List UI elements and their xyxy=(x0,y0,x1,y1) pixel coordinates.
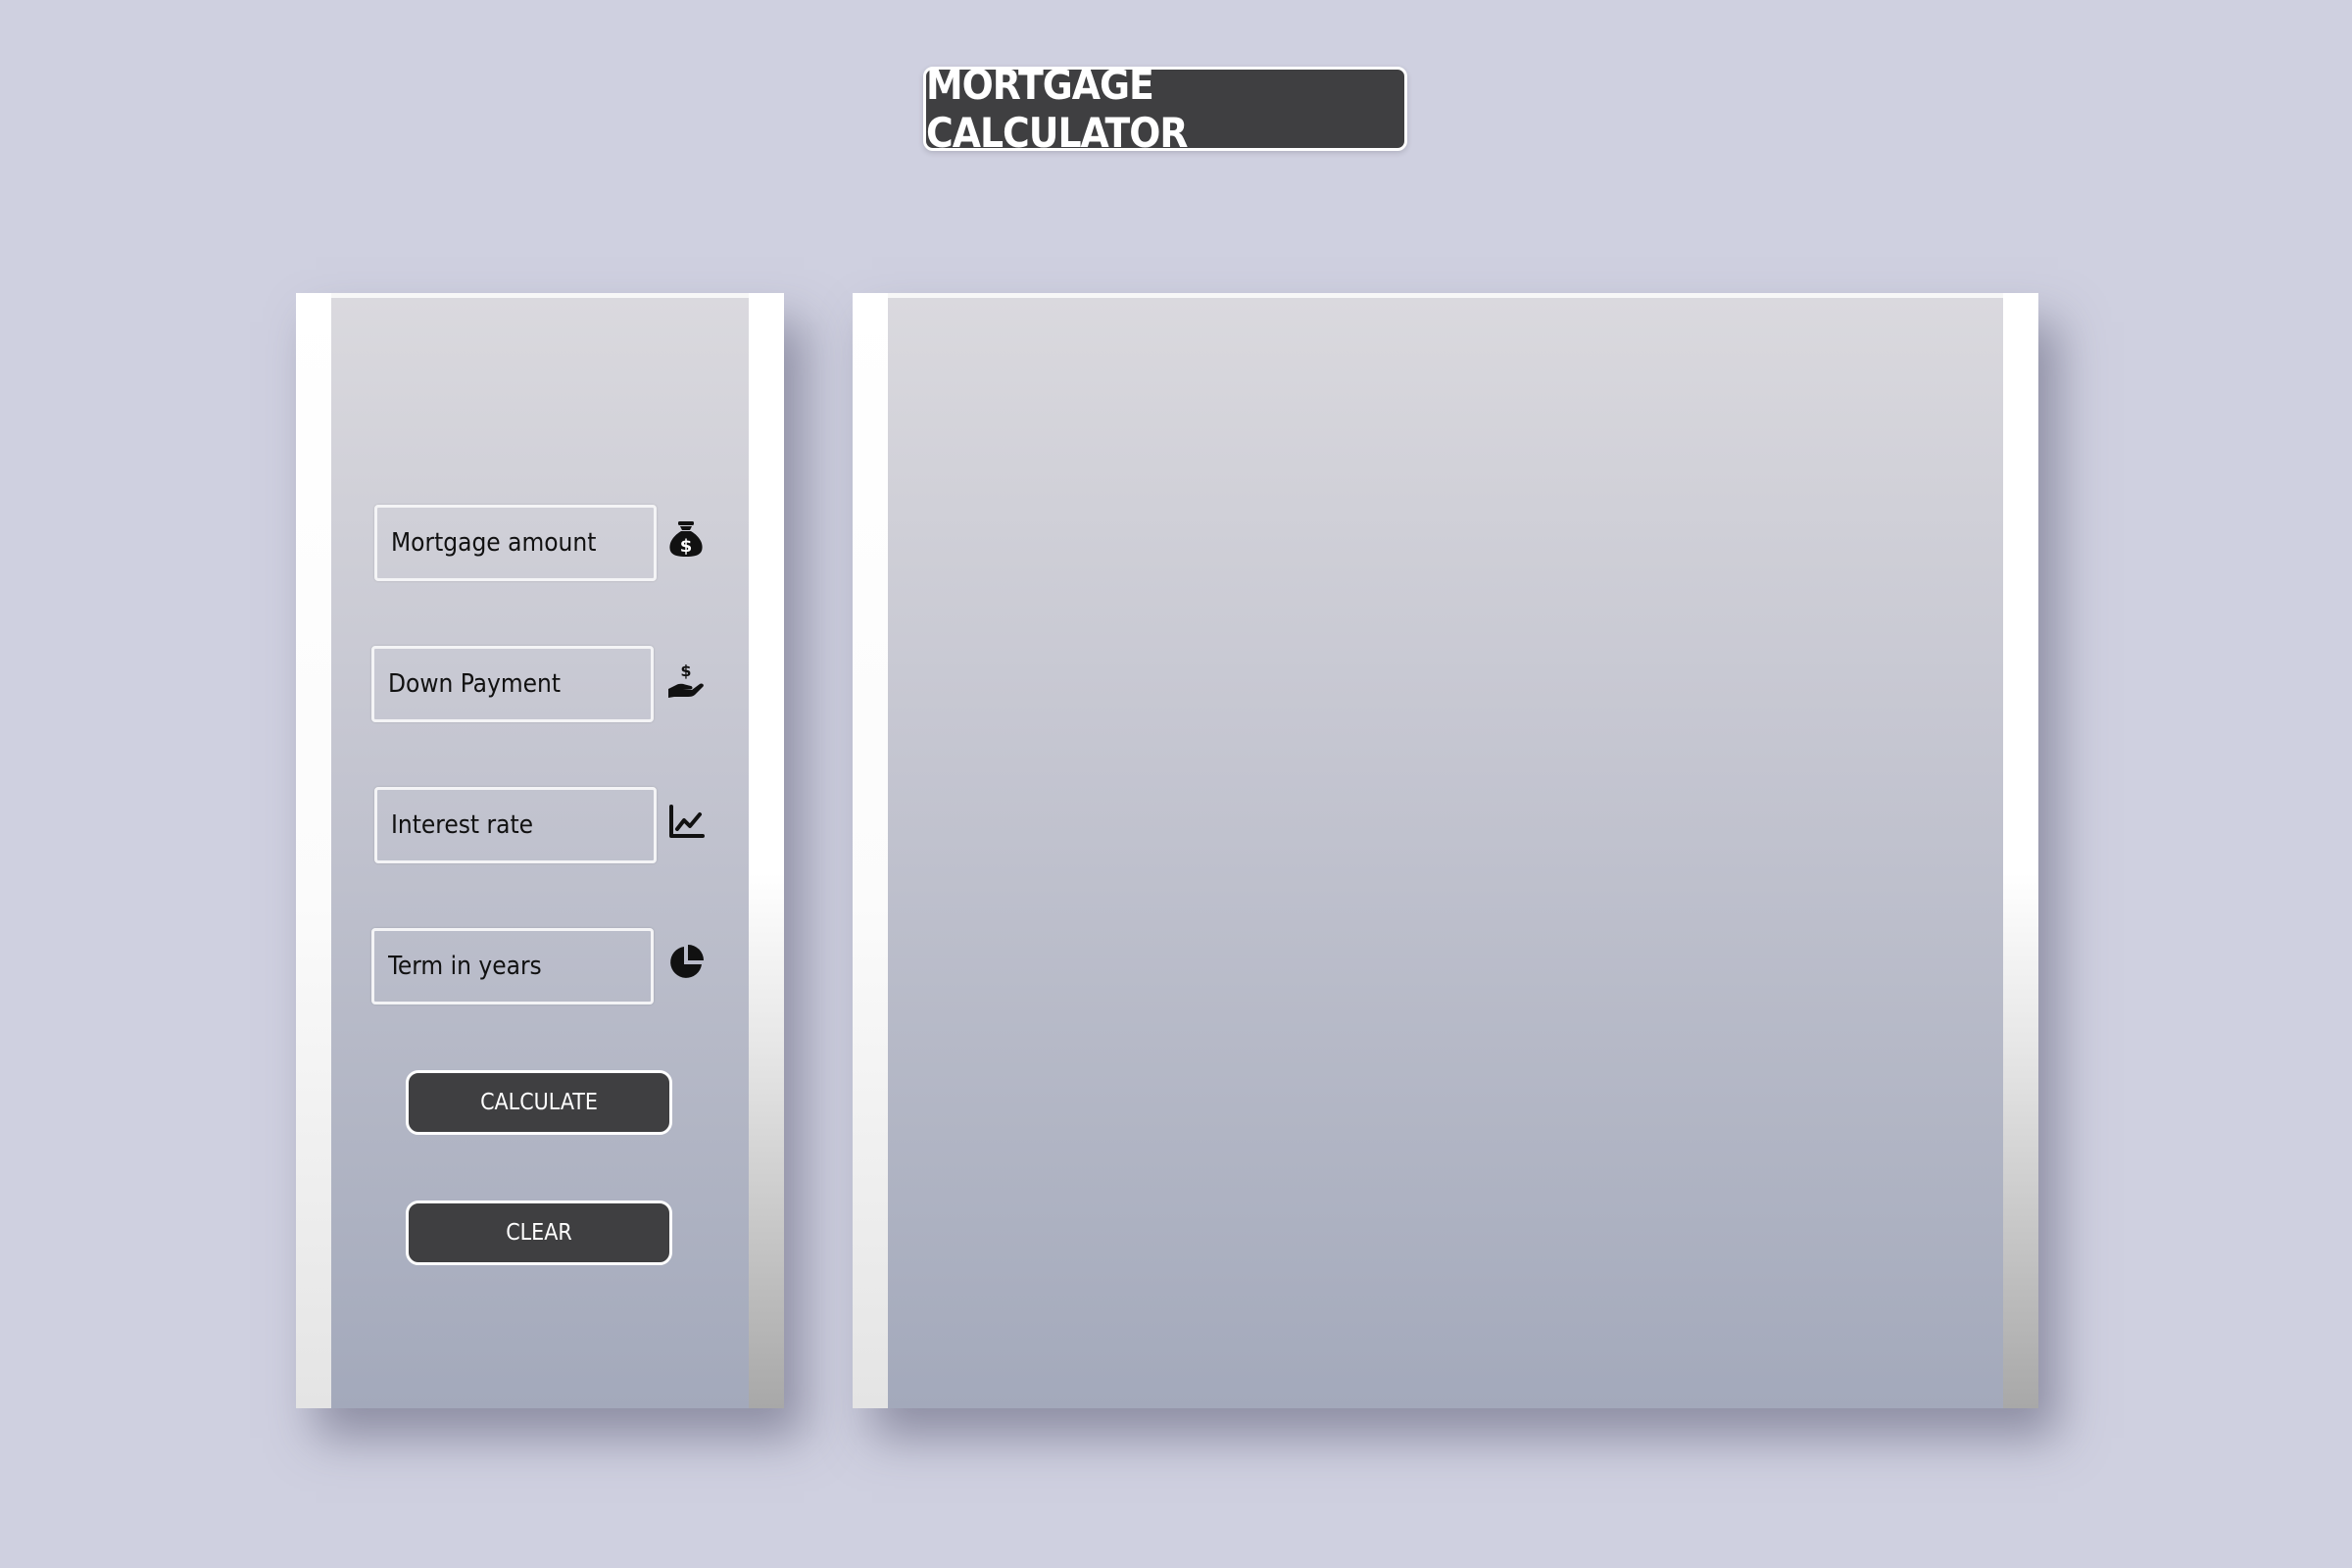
calculate-button-label: CALCULATE xyxy=(480,1090,598,1115)
mortgage-amount-input[interactable] xyxy=(374,505,657,581)
term-years-row xyxy=(296,928,784,1006)
results-panel xyxy=(853,293,2038,1408)
calculate-button[interactable]: CALCULATE xyxy=(406,1070,672,1135)
results-left-rail xyxy=(853,293,888,1408)
results-right-rail xyxy=(2003,293,2038,1408)
clear-button-label: CLEAR xyxy=(506,1220,572,1246)
hand-holding-dollar-icon: $ xyxy=(668,662,704,698)
money-bag-icon: $ xyxy=(669,521,703,557)
interest-rate-input[interactable] xyxy=(374,787,657,863)
term-years-input[interactable] xyxy=(371,928,654,1004)
clear-button[interactable]: CLEAR xyxy=(406,1200,672,1265)
svg-text:$: $ xyxy=(680,662,691,680)
line-chart-icon xyxy=(669,805,705,838)
interest-rate-row xyxy=(296,787,784,865)
input-panel: $ $ CALCULATE CLEAR xyxy=(296,293,784,1408)
down-payment-input[interactable] xyxy=(371,646,654,722)
results-output xyxy=(888,298,2003,1408)
mortgage-amount-row: $ xyxy=(296,505,784,583)
svg-text:$: $ xyxy=(680,536,693,557)
down-payment-row: $ xyxy=(296,646,784,724)
pie-chart-icon xyxy=(670,945,704,978)
page-title: MORTGAGE CALCULATOR xyxy=(923,61,1407,157)
page-title-text: MORTGAGE CALCULATOR xyxy=(926,61,1189,157)
